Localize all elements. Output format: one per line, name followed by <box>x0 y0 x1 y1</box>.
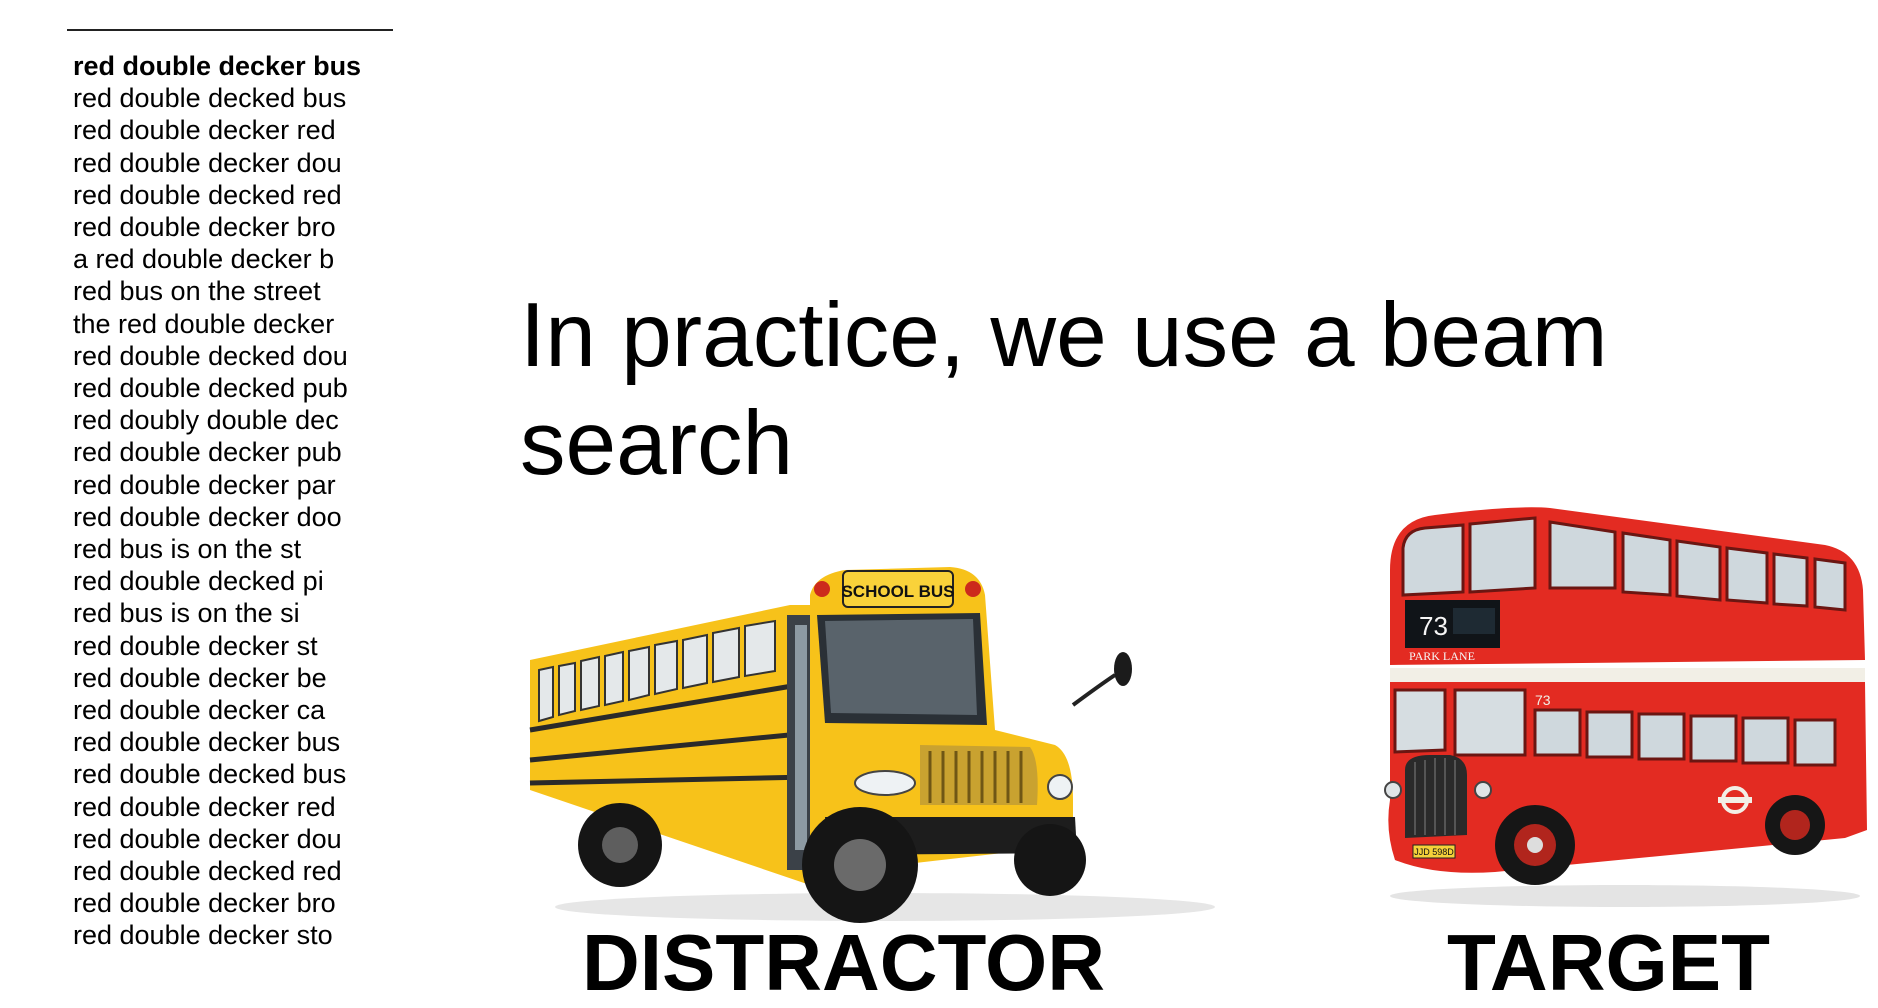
beam-candidate: red double decker doo <box>73 501 342 532</box>
beam-candidate-list: red double decker bus red double decked b… <box>73 50 361 952</box>
beam-candidate: a red double decker b <box>73 244 335 275</box>
headlight <box>1474 781 1492 799</box>
beam-candidate: the red double decker <box>73 308 335 339</box>
beam-candidate: red double decked dou <box>73 340 348 371</box>
top-rule <box>67 29 393 31</box>
london-bus-image: 73 PARK LANE 73 JJD 598D <box>1384 507 1867 907</box>
beam-candidate: red bus is on the st <box>73 534 302 565</box>
headlight <box>854 770 916 796</box>
beam-candidate: red double decker bro <box>73 212 336 243</box>
beam-candidate: red double decker red <box>73 791 336 822</box>
beam-candidate: red double decker ca <box>73 695 326 726</box>
beam-candidate: red double decker dou <box>73 823 342 854</box>
beam-candidate: red bus is on the si <box>73 598 300 629</box>
headlight <box>1384 781 1402 799</box>
target-label: TARGET <box>1447 918 1770 1007</box>
slide-headline: In practice, we use a beam search <box>520 285 1608 494</box>
beam-candidate: red double decker st <box>73 630 318 661</box>
warning-light <box>965 581 981 597</box>
front-wheel-far <box>1014 824 1086 896</box>
distractor-label: DISTRACTOR <box>582 918 1105 1007</box>
destination-blind: PARK LANE <box>1409 649 1475 663</box>
beam-candidate: red double decked pub <box>73 373 348 404</box>
beam-candidate: red double decker bus <box>73 51 362 81</box>
side-route-number: 73 <box>1535 692 1551 708</box>
beam-candidate: red double decked red <box>73 179 342 210</box>
beam-candidate: red double decker sto <box>73 920 333 951</box>
cream-band <box>1390 668 1865 682</box>
warning-light <box>814 581 830 597</box>
beam-candidate: red double decker bus <box>73 727 341 758</box>
beam-candidate: red doubly double dec <box>73 405 339 436</box>
beam-candidate: red double decked bus <box>73 83 347 114</box>
beam-candidate: red double decker par <box>73 469 336 500</box>
front-window <box>1453 688 1527 757</box>
route-number: 73 <box>1419 611 1448 641</box>
beam-candidate: red double decker pub <box>73 437 342 468</box>
beam-candidate: red double decked bus <box>73 759 347 790</box>
beam-candidate: red double decked red <box>73 856 342 887</box>
school-bus-sign-text: SCHOOL BUS <box>841 582 954 601</box>
mirror <box>1114 652 1132 686</box>
school-bus-image: SCHOOL BUS <box>529 567 1215 923</box>
beam-candidate: red double decked pi <box>73 566 324 597</box>
cab-window <box>1393 688 1447 754</box>
beam-candidate: red double decker bro <box>73 888 336 919</box>
registration-plate-text: JJD 598D <box>1414 847 1454 857</box>
beam-candidate: red double decker be <box>73 662 327 693</box>
beam-candidate: red double decker dou <box>73 147 342 178</box>
beam-candidate: red double decker red <box>73 115 336 146</box>
beam-candidate: red bus on the street <box>73 276 321 307</box>
headlight <box>1047 774 1073 800</box>
